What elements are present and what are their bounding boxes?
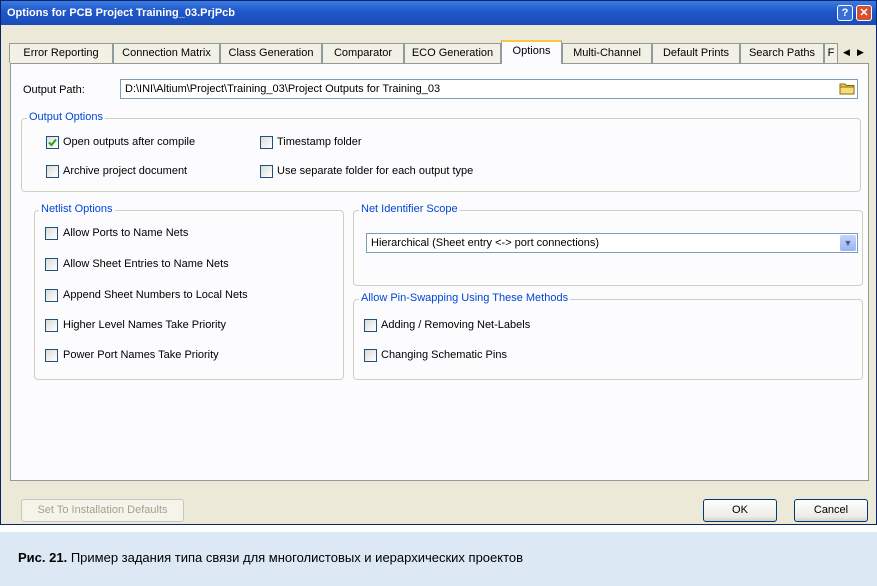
open-outputs-label: Open outputs after compile <box>63 136 196 148</box>
checkmark-icon <box>48 138 57 147</box>
append-sheet-numbers-checkbox[interactable] <box>45 289 58 302</box>
tab-truncated[interactable]: F <box>824 43 838 63</box>
separate-folder-label: Use separate folder for each output type <box>277 165 474 177</box>
tab-default-prints[interactable]: Default Prints <box>652 43 740 63</box>
allow-ports-label: Allow Ports to Name Nets <box>63 227 189 239</box>
ok-button[interactable]: OK <box>703 499 777 522</box>
archive-project-checkbox[interactable] <box>46 165 59 178</box>
figure-caption: Рис. 21. Пример задания типа связи для м… <box>0 532 877 586</box>
pin-swapping-title: Allow Pin-Swapping Using These Methods <box>359 292 571 304</box>
caption-prefix: Рис. 21. <box>18 550 68 565</box>
allow-sheet-entries-label: Allow Sheet Entries to Name Nets <box>63 258 229 270</box>
allow-sheet-entries-checkbox[interactable] <box>45 258 58 271</box>
power-port-names-checkbox[interactable] <box>45 349 58 362</box>
tab-eco-generation[interactable]: ECO Generation <box>404 43 501 63</box>
tab-scroll-right-icon[interactable]: ▶ <box>854 45 867 59</box>
allow-ports-checkbox[interactable] <box>45 227 58 240</box>
net-identifier-scope-title: Net Identifier Scope <box>359 203 460 215</box>
output-path-input[interactable]: D:\INI\Altium\Project\Training_03\Projec… <box>120 79 858 99</box>
open-outputs-checkbox[interactable] <box>46 136 59 149</box>
tab-connection-matrix[interactable]: Connection Matrix <box>113 43 220 63</box>
tab-error-reporting[interactable]: Error Reporting <box>9 43 113 63</box>
tab-options[interactable]: Options <box>501 40 562 64</box>
adding-removing-net-labels-checkbox[interactable] <box>364 319 377 332</box>
adding-removing-net-labels-label: Adding / Removing Net-Labels <box>381 319 531 331</box>
tab-scroll-left-icon[interactable]: ◀ <box>840 45 853 59</box>
folder-icon[interactable] <box>839 81 855 95</box>
power-port-names-label: Power Port Names Take Priority <box>63 349 219 361</box>
title-bar: Options for PCB Project Training_03.PrjP… <box>1 1 876 25</box>
net-identifier-scope-select[interactable]: Hierarchical (Sheet entry <-> port conne… <box>366 233 858 253</box>
output-options-group <box>21 118 861 192</box>
window-title: Options for PCB Project Training_03.PrjP… <box>7 7 235 19</box>
tab-class-generation[interactable]: Class Generation <box>220 43 322 63</box>
net-identifier-scope-value: Hierarchical (Sheet entry <-> port conne… <box>371 237 600 249</box>
archive-project-label: Archive project document <box>63 165 188 177</box>
timestamp-folder-checkbox[interactable] <box>260 136 273 149</box>
separate-folder-checkbox[interactable] <box>260 165 273 178</box>
higher-level-names-label: Higher Level Names Take Priority <box>63 319 227 331</box>
options-dialog: Options for PCB Project Training_03.PrjP… <box>0 0 877 525</box>
tab-multi-channel[interactable]: Multi-Channel <box>562 43 652 63</box>
help-button[interactable]: ? <box>837 5 853 21</box>
tab-search-paths[interactable]: Search Paths <box>740 43 824 63</box>
chevron-down-icon[interactable]: ▼ <box>840 235 856 251</box>
pin-swapping-group <box>353 299 863 380</box>
append-sheet-numbers-label: Append Sheet Numbers to Local Nets <box>63 289 248 301</box>
changing-schematic-pins-label: Changing Schematic Pins <box>381 349 507 361</box>
higher-level-names-checkbox[interactable] <box>45 319 58 332</box>
caption-text: Рис. 21. Пример задания типа связи для м… <box>18 550 523 565</box>
cancel-button[interactable]: Cancel <box>794 499 868 522</box>
output-options-title: Output Options <box>27 111 105 123</box>
timestamp-folder-label: Timestamp folder <box>277 136 362 148</box>
netlist-options-title: Netlist Options <box>39 203 115 215</box>
close-button[interactable]: ✕ <box>856 5 872 21</box>
tab-comparator[interactable]: Comparator <box>322 43 404 63</box>
output-path-label: Output Path: <box>23 84 85 96</box>
tab-strip: Error Reporting Connection Matrix Class … <box>9 40 869 64</box>
changing-schematic-pins-checkbox[interactable] <box>364 349 377 362</box>
set-defaults-button[interactable]: Set To Installation Defaults <box>21 499 184 522</box>
caption-body: Пример задания типа связи для многолисто… <box>67 550 524 565</box>
